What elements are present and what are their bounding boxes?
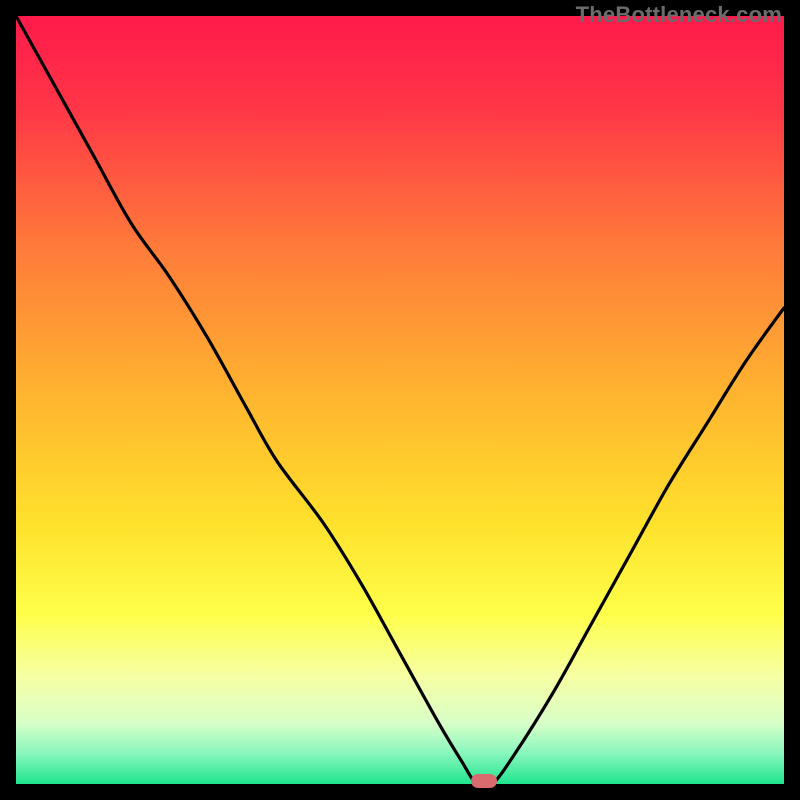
watermark-text: TheBottleneck.com bbox=[576, 2, 782, 28]
optimal-marker bbox=[471, 774, 497, 788]
chart-frame: TheBottleneck.com bbox=[0, 0, 800, 800]
bottleneck-curve bbox=[16, 16, 784, 784]
plot-area bbox=[16, 16, 784, 784]
